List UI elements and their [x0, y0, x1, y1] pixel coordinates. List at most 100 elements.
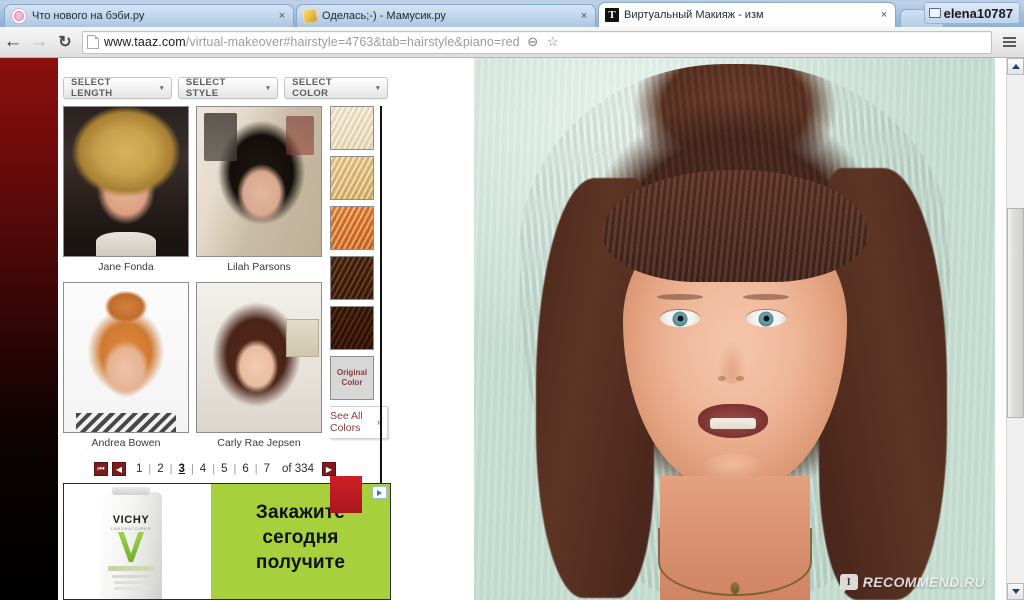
select-style-dropdown[interactable]: SELECT STYLE ▾ — [177, 77, 279, 99]
bookmark-star-icon[interactable]: ☆ — [544, 33, 562, 51]
address-bar[interactable]: www.taaz.com/virtual-makeover#hairstyle=… — [82, 30, 992, 54]
color-swatch-golden-blonde[interactable] — [330, 156, 374, 200]
hairstyle-name: Jane Fonda — [98, 261, 154, 273]
original-color-swatch[interactable]: Original Color — [330, 356, 374, 400]
adchoices-triangle — [377, 489, 382, 496]
scroll-down-icon[interactable] — [1007, 583, 1024, 600]
hairstyle-name: Andrea Bowen — [91, 437, 161, 449]
tab-close-icon[interactable]: × — [576, 10, 592, 22]
page-link-4[interactable]: 4 — [194, 463, 212, 475]
see-all-line2: Colors — [330, 422, 361, 434]
swatch-texture — [331, 307, 373, 349]
nostril-left — [718, 376, 726, 381]
ad-brand-label: VICHY — [112, 514, 150, 526]
color-swatch-copper-ginger[interactable] — [330, 206, 374, 250]
ad-message-panel[interactable]: Закажите сегодня получите — [211, 484, 390, 599]
tab-close-icon[interactable]: × — [274, 10, 290, 22]
eye-right — [746, 310, 786, 327]
user-icon — [928, 8, 941, 18]
menu-bar-1 — [1002, 37, 1016, 39]
select-color-dropdown[interactable]: SELECT COLOR ▾ — [284, 77, 388, 99]
swatch-texture — [331, 107, 373, 149]
color-swatch-deep-brown[interactable] — [330, 306, 374, 350]
browser-tab-2[interactable]: Оделась;-) - Мамусик.ру × — [296, 4, 596, 27]
scroll-up-arrow — [1011, 64, 1020, 69]
celebrity-photo — [197, 283, 321, 432]
page-background-gutter — [0, 58, 58, 600]
page-link-5[interactable]: 5 — [215, 463, 233, 475]
eyebrow-left — [657, 294, 703, 300]
menu-bar-3 — [1002, 45, 1016, 47]
first-page-icon[interactable]: ⏮ — [94, 462, 108, 476]
mouth — [698, 404, 768, 438]
user-name: elena10787 — [943, 5, 1013, 21]
scroll-up-icon[interactable] — [1007, 58, 1024, 75]
hairstyle-name: Lilah Parsons — [227, 261, 291, 273]
hairstyle-card[interactable]: Andrea Bowen — [63, 282, 189, 449]
chevron-down-icon: ▾ — [159, 85, 164, 92]
makeover-preview-photo[interactable]: I RECOMMEND.RU — [474, 58, 995, 600]
celebrity-photo — [64, 283, 188, 432]
select-length-dropdown[interactable]: SELECT LENGTH ▾ — [63, 77, 172, 99]
hairstyle-card[interactable]: Lilah Parsons — [196, 106, 322, 273]
scroll-down-arrow — [1011, 589, 1020, 594]
page-info-icon[interactable] — [87, 35, 99, 49]
swatch-texture — [331, 157, 373, 199]
page-link-1[interactable]: 1 — [130, 463, 148, 475]
user-badge[interactable]: elena10787 — [923, 2, 1020, 24]
zoom-icon[interactable]: ⊖ — [524, 33, 542, 51]
nostril-right — [736, 376, 744, 381]
back-icon[interactable]: ← — [0, 29, 26, 55]
next-page-icon[interactable]: ▶ — [321, 462, 336, 476]
url-text: www.taaz.com/virtual-makeover#hairstyle=… — [104, 35, 520, 49]
hairstyle-thumbnail[interactable] — [196, 106, 322, 257]
scrollbar-thumb[interactable] — [1007, 208, 1024, 418]
browser-tab-3-active[interactable]: T Виртуальный Макияж - изм × — [598, 2, 896, 27]
hair-bangs — [601, 170, 868, 282]
page-link-7[interactable]: 7 — [258, 463, 276, 475]
baby-icon — [11, 8, 27, 24]
tab-close-icon[interactable]: × — [876, 9, 892, 21]
filter-bar: SELECT LENGTH ▾ SELECT STYLE ▾ SELECT CO… — [63, 77, 388, 99]
page-link-3-current[interactable]: 3 — [173, 463, 191, 475]
hairstyle-thumbnail[interactable] — [63, 106, 189, 257]
navigation-toolbar: ← → ↻ www.taaz.com/virtual-makeover#hair… — [0, 27, 1024, 58]
ad-red-marker — [330, 476, 362, 513]
hairstyle-card[interactable]: Jane Fonda — [63, 106, 189, 273]
tube-text-line — [112, 575, 150, 578]
tab-strip: Что нового на бэби.ру × Оделась;-) - Мам… — [0, 0, 1024, 28]
mamusik-icon — [302, 8, 318, 24]
ad-text-line-2: сегодня — [262, 527, 339, 548]
tube-text-line — [114, 581, 148, 584]
eye-left — [660, 310, 700, 327]
color-swatch-dark-brown[interactable] — [330, 256, 374, 300]
prev-page-icon[interactable]: ◀ — [112, 462, 126, 476]
page-link-2[interactable]: 2 — [151, 463, 169, 475]
chin-highlight — [702, 454, 764, 480]
hairstyle-thumbnail[interactable] — [196, 282, 322, 433]
original-color-label-line2: Color — [341, 378, 363, 387]
tube-cap — [112, 487, 150, 495]
adchoices-icon[interactable] — [372, 486, 387, 499]
hair-color-swatches: Original Color See All Colors » — [330, 106, 388, 439]
vichy-v-logo-icon — [118, 532, 144, 562]
color-swatch-light-blonde[interactable] — [330, 106, 374, 150]
tab-title: Что нового на бэби.ру — [32, 10, 145, 22]
hairstyle-card[interactable]: Carly Rae Jepsen — [196, 282, 322, 449]
swatch-texture — [331, 257, 373, 299]
swatch-texture — [331, 207, 373, 249]
page-content: SELECT LENGTH ▾ SELECT STYLE ▾ SELECT CO… — [58, 58, 995, 600]
ad-text-line-3: получите — [255, 552, 346, 573]
reload-icon[interactable]: ↻ — [52, 29, 78, 55]
iris-left — [672, 311, 688, 326]
hairstyle-thumbnail[interactable] — [63, 282, 189, 433]
browser-tab-1[interactable]: Что нового на бэби.ру × — [4, 4, 294, 27]
hairstyle-row: Andrea Bowen Carly Rae Jepsen — [63, 282, 322, 449]
page-link-6[interactable]: 6 — [236, 463, 254, 475]
tab-title: Виртуальный Макияж - изм — [624, 9, 764, 21]
chrome-menu-icon[interactable] — [998, 29, 1020, 55]
url-path: /virtual-makeover#hairstyle=4763&tab=hai… — [185, 35, 520, 49]
celebrity-photo — [64, 107, 188, 256]
page-scrollbar[interactable] — [1006, 58, 1024, 600]
forward-icon[interactable]: → — [26, 29, 52, 55]
